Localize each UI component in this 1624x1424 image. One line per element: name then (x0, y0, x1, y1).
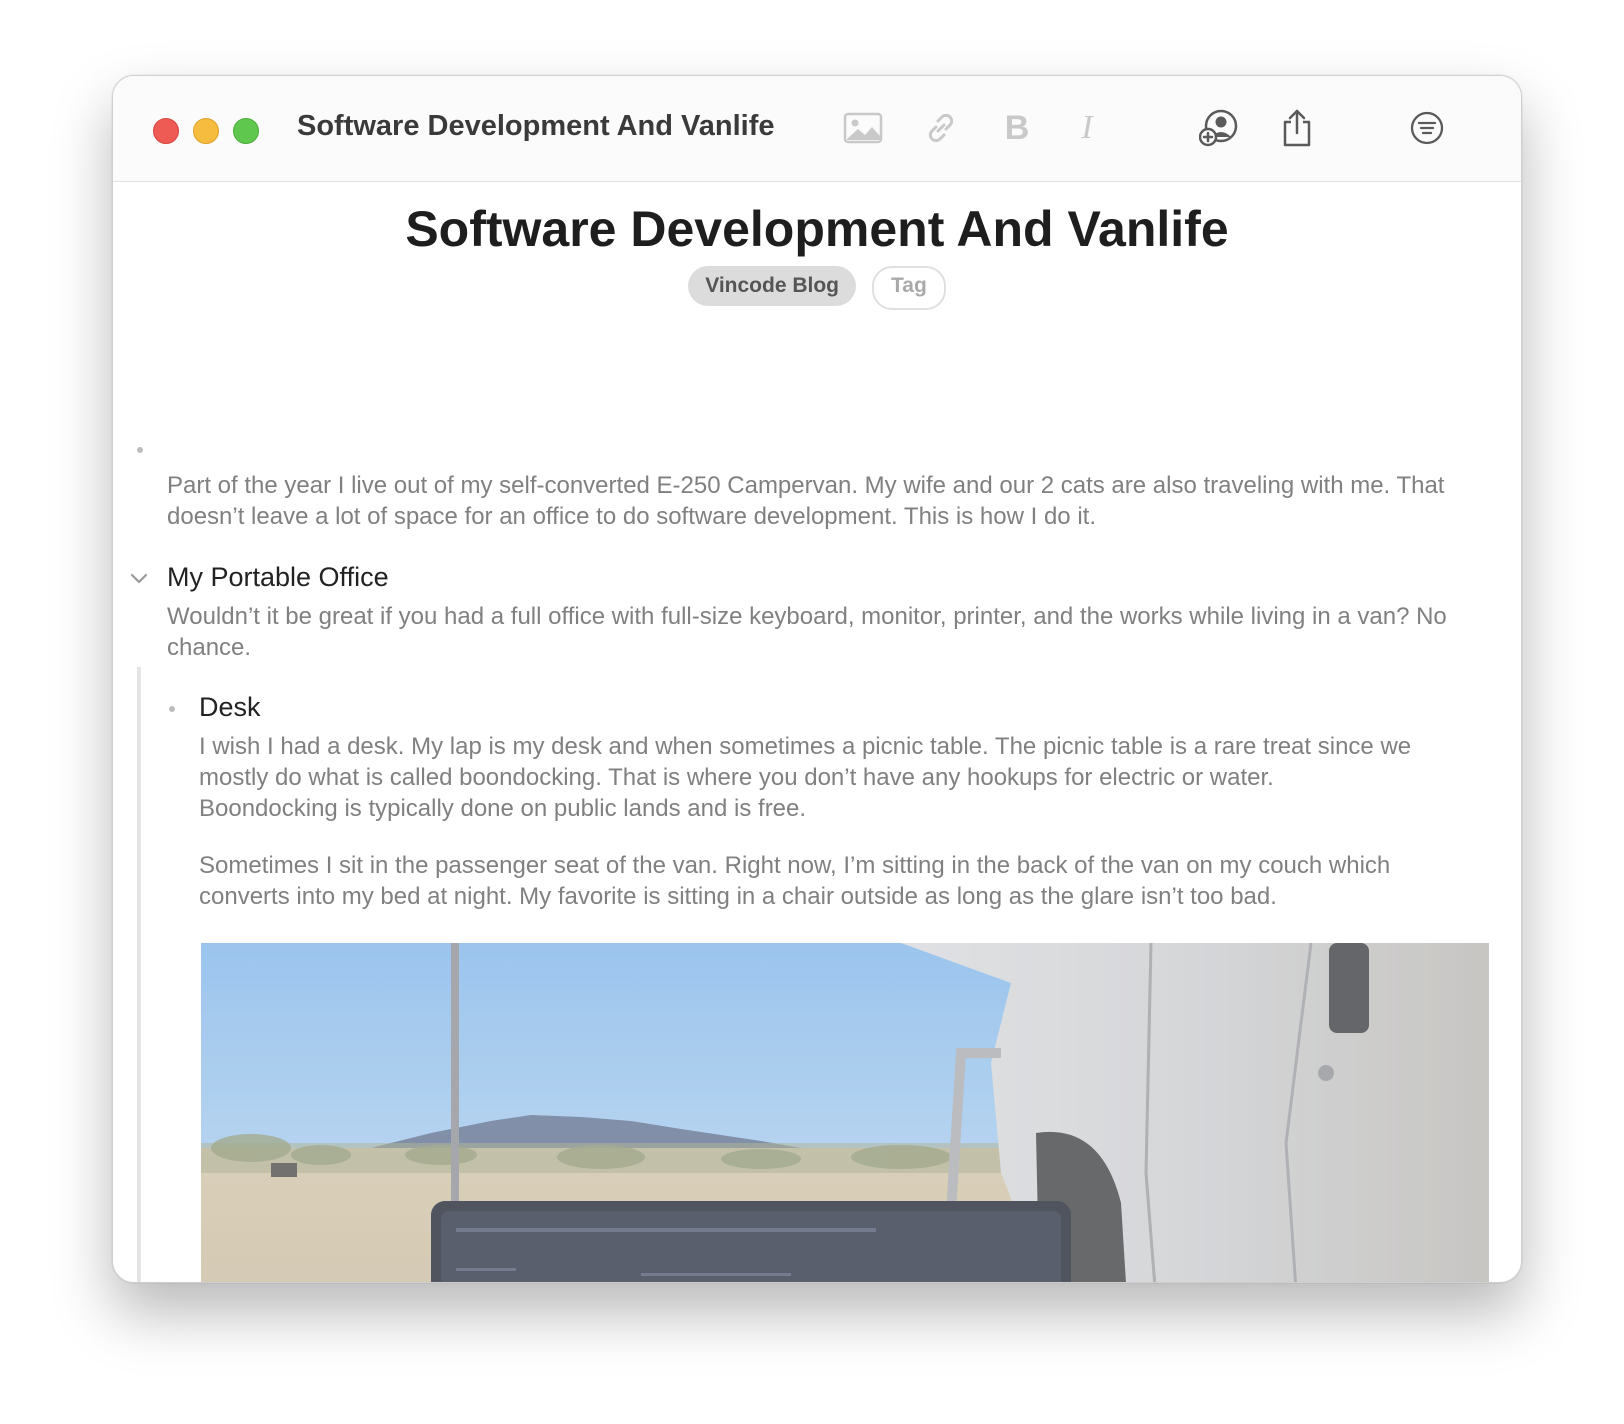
italic-button[interactable]: I (1065, 106, 1109, 150)
item-paragraph[interactable]: Sometimes I sit in the passenger seat of… (199, 850, 1459, 912)
italic-icon: I (1081, 109, 1093, 146)
insert-link-button[interactable] (919, 106, 963, 150)
chevron-down-icon[interactable] (129, 572, 149, 586)
editor-content[interactable]: Software Development And Vanlife Vincode… (113, 182, 1521, 1282)
title-bar: Software Development And Vanlife B I (113, 76, 1521, 182)
add-tag-button[interactable]: Tag (872, 266, 946, 310)
minimize-window-button[interactable] (193, 118, 219, 144)
window-title: Software Development And Vanlife (297, 110, 775, 142)
document-title[interactable]: Software Development And Vanlife (113, 200, 1521, 258)
filter-menu-icon (1410, 111, 1444, 145)
bullet-dot (137, 447, 143, 453)
outline-indent-line (137, 667, 141, 1282)
collaborate-icon (1199, 109, 1238, 147)
share-icon (1283, 109, 1311, 147)
link-icon (928, 113, 954, 143)
van-office-photo (201, 943, 1489, 1282)
bold-icon: B (1004, 109, 1030, 147)
filter-menu-button[interactable] (1405, 106, 1449, 150)
tag-chip[interactable]: Vincode Blog (688, 266, 856, 306)
image-icon (843, 112, 883, 144)
collaborate-button[interactable] (1197, 106, 1241, 150)
intro-paragraph[interactable]: Part of the year I live out of my self-c… (167, 470, 1457, 532)
item-paragraph[interactable]: I wish I had a desk. My lap is my desk a… (199, 731, 1419, 824)
zoom-window-button[interactable] (233, 118, 259, 144)
bullet-dot (169, 706, 175, 712)
section-paragraph[interactable]: Wouldn’t it be great if you had a full o… (167, 601, 1467, 663)
insert-image-button[interactable] (841, 106, 885, 150)
app-window: Software Development And Vanlife B I Sof… (112, 75, 1522, 1283)
share-button[interactable] (1275, 106, 1319, 150)
close-window-button[interactable] (153, 118, 179, 144)
section-heading[interactable]: My Portable Office (167, 562, 389, 593)
item-heading[interactable]: Desk (199, 692, 261, 723)
bold-button[interactable]: B (995, 106, 1039, 150)
tag-list: Vincode Blog Tag (113, 266, 1521, 310)
